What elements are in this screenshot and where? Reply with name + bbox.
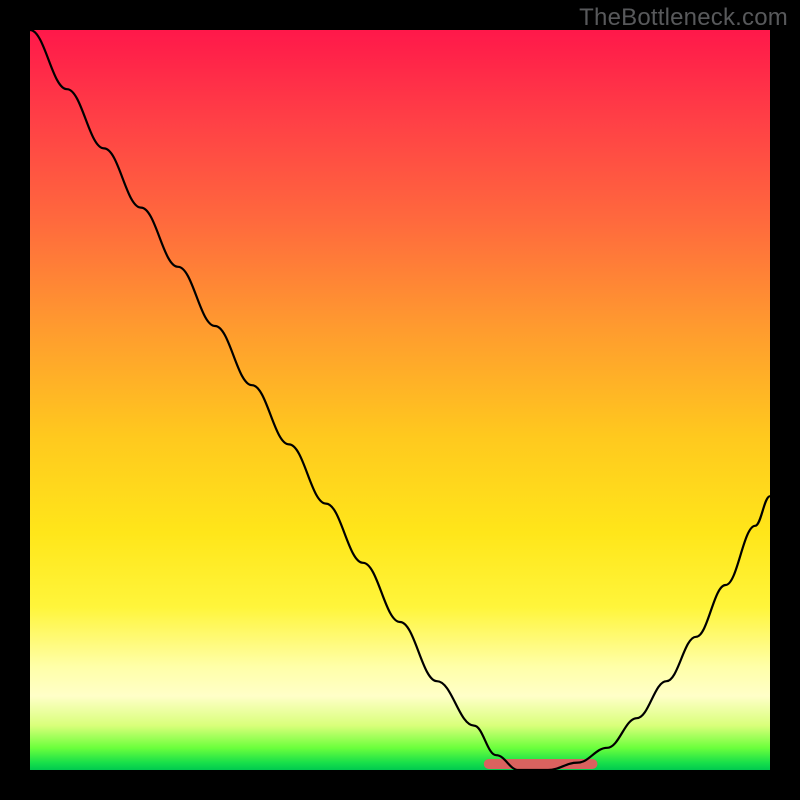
chart-frame: TheBottleneck.com bbox=[0, 0, 800, 800]
curve-svg bbox=[30, 30, 770, 770]
watermark-text: TheBottleneck.com bbox=[579, 4, 788, 32]
bottleneck-curve bbox=[30, 30, 770, 770]
plot-area bbox=[30, 30, 770, 770]
